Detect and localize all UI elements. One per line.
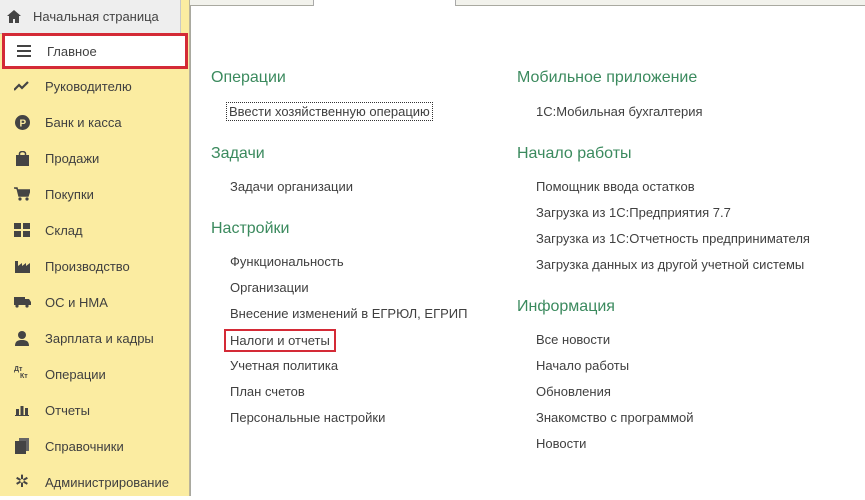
bar-chart-icon [13, 402, 31, 418]
sidebar-item-label: Зарплата и кадры [45, 330, 154, 346]
sidebar-item-bank[interactable]: Р Банк и касса [0, 104, 189, 140]
books-icon [13, 438, 31, 454]
sidebar-item-salary[interactable]: Зарплата и кадры [0, 320, 189, 356]
section-operations-title: Операции [211, 69, 286, 86]
sidebar-item-label: Банк и касса [45, 114, 122, 130]
link-news[interactable]: Новости [536, 436, 586, 451]
sidebar-item-purchases[interactable]: Покупки [0, 176, 189, 212]
cart-icon [13, 186, 31, 202]
truck-icon [13, 294, 31, 310]
link-import-other[interactable]: Загрузка данных из другой учетной систем… [536, 257, 804, 272]
link-getting-started[interactable]: Начало работы [536, 358, 629, 373]
main-content: Операции Ввести хозяйственную операцию З… [190, 6, 865, 496]
home-label: Начальная страница [33, 9, 159, 24]
link-intro[interactable]: Знакомство с программой [536, 410, 694, 425]
link-functionality[interactable]: Функциональность [230, 254, 344, 269]
section-tasks-title: Задачи [211, 145, 265, 162]
link-egrul-changes[interactable]: Внесение изменений в ЕГРЮЛ, ЕГРИП [230, 306, 467, 321]
sidebar-item-label: Администрирование [45, 474, 169, 490]
section-start-title: Начало работы [517, 145, 632, 162]
sidebar-item-operations[interactable]: Дт Кт Операции [0, 356, 189, 392]
link-organizations[interactable]: Организации [230, 280, 309, 295]
dt-label: Дт [14, 366, 23, 373]
bag-icon [13, 150, 31, 166]
sections-panel: Начальная страница Главное Руководителю … [0, 0, 190, 496]
warehouse-icon [13, 222, 31, 238]
sidebar-item-catalogs[interactable]: Справочники [0, 428, 189, 464]
sidebar-item-label: Отчеты [45, 402, 90, 418]
svg-text:Р: Р [19, 118, 26, 129]
sidebar-item-manager[interactable]: Руководителю [0, 68, 189, 104]
home-page-tab[interactable]: Начальная страница [0, 0, 181, 34]
sidebar-item-label: Покупки [45, 186, 94, 202]
sidebar-item-label: ОС и НМА [45, 294, 108, 310]
link-updates[interactable]: Обновления [536, 384, 611, 399]
home-icon [7, 10, 21, 23]
sidebar-item-label: Производство [45, 258, 130, 274]
sidebar-item-label: Главное [47, 43, 97, 59]
sidebar-item-reports[interactable]: Отчеты [0, 392, 189, 428]
sidebar-item-label: Руководителю [45, 78, 132, 94]
link-import-reporting[interactable]: Загрузка из 1С:Отчетность предпринимател… [536, 231, 810, 246]
sidebar-item-warehouse[interactable]: Склад [0, 212, 189, 248]
person-icon [13, 330, 31, 346]
sidebar-item-label: Справочники [45, 438, 124, 454]
gear-icon: ✲ [14, 472, 30, 491]
link-taxes-reports[interactable]: Налоги и отчеты [224, 329, 336, 352]
link-balances-wizard[interactable]: Помощник ввода остатков [536, 179, 695, 194]
sidebar-item-label: Продажи [45, 150, 100, 166]
sidebar-item-administration[interactable]: ✲ Администрирование [0, 464, 189, 500]
link-enter-operation[interactable]: Ввести хозяйственную операцию [226, 102, 433, 121]
dt-kt-icon: Дт Кт [13, 366, 31, 382]
menu-icon [15, 43, 33, 59]
link-chart-of-accounts[interactable]: План счетов [230, 384, 305, 399]
ruble-icon: Р [13, 114, 31, 130]
link-import-77[interactable]: Загрузка из 1С:Предприятия 7.7 [536, 205, 731, 220]
section-settings-title: Настройки [211, 220, 290, 237]
section-mobile-title: Мобильное приложение [517, 69, 698, 86]
sidebar-item-assets[interactable]: ОС и НМА [0, 284, 189, 320]
sidebar-item-sales[interactable]: Продажи [0, 140, 189, 176]
sidebar-item-production[interactable]: Производство [0, 248, 189, 284]
link-mobile-accounting[interactable]: 1С:Мобильная бухгалтерия [536, 104, 703, 119]
link-all-news[interactable]: Все новости [536, 332, 610, 347]
trend-icon [13, 78, 31, 94]
link-personal-settings[interactable]: Персональные настройки [230, 410, 385, 425]
sidebar-item-main[interactable]: Главное [2, 33, 188, 69]
kt-label: Кт [20, 373, 28, 380]
section-info-title: Информация [517, 298, 615, 315]
link-org-tasks[interactable]: Задачи организации [230, 179, 353, 194]
sidebar-item-label: Операции [45, 366, 106, 382]
link-accounting-policy[interactable]: Учетная политика [230, 358, 338, 373]
factory-icon [13, 258, 31, 274]
sidebar-item-label: Склад [45, 222, 83, 238]
